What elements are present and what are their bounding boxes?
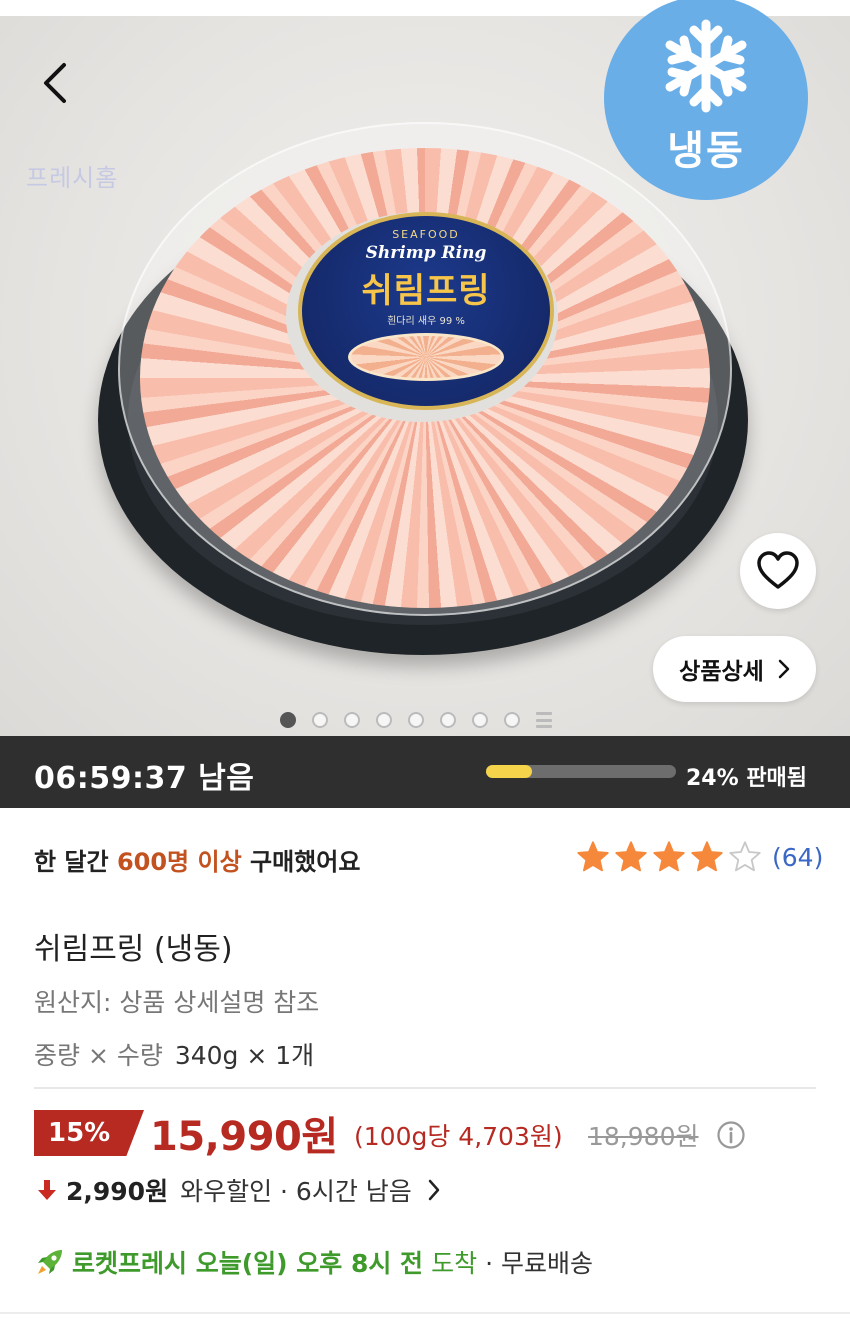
info-icon[interactable] [716,1120,746,1150]
carousel-dot[interactable] [504,712,520,728]
purchase-prefix: 한 달간 [34,848,117,876]
brand-watermark: 프레시홈 [26,164,119,192]
rating-stars [576,840,762,874]
carousel-dot[interactable] [440,712,456,728]
wishlist-button[interactable] [740,533,816,609]
section-divider [0,1312,850,1314]
gallery-grid-icon[interactable] [536,712,552,728]
product-detail-label: 상품상세 [679,659,764,685]
original-price: 18,980원 [588,1122,699,1151]
down-arrow-icon [38,1180,56,1200]
chevron-right-icon [428,1179,440,1201]
frozen-label: 냉동 [667,128,745,174]
product-title: 쉬림프링 (냉동) [34,932,233,967]
package-sub-text: 흰다리 새우 99 % [387,316,465,327]
product-image-carousel[interactable]: SEAFOOD Shrimp Ring 쉬림프링 흰다리 새우 99 % 프레시… [0,0,850,736]
star-filled-icon [577,841,609,872]
weight-quantity-info: 중량 × 수량 340g × 1개 [34,1036,314,1072]
package-name-ko: 쉬림프링 [361,271,491,311]
unit-price: (100g당 4,703원) [354,1122,563,1151]
star-filled-icon [615,841,647,872]
rocket-icon [38,1250,62,1274]
weight-label: 중량 × 수량 [34,1041,163,1070]
discount-badge: 15% [34,1110,144,1156]
star-empty-icon [729,841,761,872]
origin-info: 원산지: 상품 상세설명 참조 [34,988,320,1017]
sale-price: 15,990원 [150,1114,338,1160]
carousel-dot[interactable] [376,712,392,728]
frozen-badge: 냉동 [604,0,808,200]
wow-discount-text: 와우할인 · 6시간 남음 [180,1177,412,1206]
product-rating[interactable]: (64) [576,840,823,874]
sold-progress-bar [486,765,676,778]
countdown-time: 06:59:37 남음 [34,761,255,796]
rocket-fresh-eta: 로켓프레시 오늘(일) 오후 8시 전 [72,1249,424,1278]
sale-countdown-bar: 06:59:37 남음 24% 판매됨 [0,736,850,808]
sold-percent-label: 24% 판매됨 [686,766,808,791]
heart-icon [757,551,799,589]
product-detail-button[interactable]: 상품상세 [653,636,816,702]
back-button[interactable] [28,56,82,110]
sold-progress-fill [486,765,532,778]
carousel-dot[interactable] [344,712,360,728]
carousel-dot[interactable] [312,712,328,728]
package-seafood-text: SEAFOOD [392,228,460,241]
monthly-purchase-info: 한 달간 600명 이상 구매했어요 [34,842,360,877]
carousel-dot[interactable] [472,712,488,728]
arrival-label: 도착 [431,1249,478,1278]
wow-discount-row[interactable]: 2,990원 와우할인 · 6시간 남음 [36,1172,440,1208]
package-mini-ring [348,333,504,381]
carousel-dot[interactable] [408,712,424,728]
package-name-en: Shrimp Ring [365,243,487,263]
purchase-suffix: 구매했어요 [241,848,361,876]
chevron-right-icon [778,659,790,679]
purchase-highlight: 600명 이상 [116,848,242,876]
review-count[interactable]: (64) [772,843,823,872]
carousel-dot[interactable] [280,712,296,728]
snowflake-icon [665,19,747,113]
wow-discount-amount: 2,990원 [66,1177,169,1206]
carousel-pagination [280,710,552,730]
product-package-label: SEAFOOD Shrimp Ring 쉬림프링 흰다리 새우 99 % [298,212,554,410]
star-filled-icon [691,841,723,872]
chevron-left-icon [44,63,66,103]
delivery-info: 로켓프레시 오늘(일) 오후 8시 전 도착 · 무료배송 [34,1244,593,1280]
star-filled-icon [653,841,685,872]
weight-value: 340g × 1개 [174,1041,315,1070]
divider [34,1087,816,1089]
free-shipping-label: · 무료배송 [485,1249,593,1278]
